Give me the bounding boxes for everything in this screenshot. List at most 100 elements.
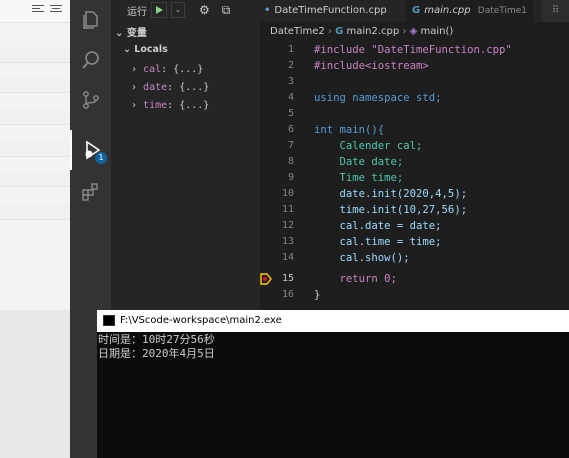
variable-value: {...} bbox=[173, 64, 204, 75]
console-output-line: 时间是：10时27分56秒 bbox=[98, 333, 215, 346]
code-line: time.init(10,27,56); bbox=[314, 204, 468, 216]
console-output-line: 日期是：2020年4月5日 bbox=[98, 347, 215, 360]
tab-detail: DateTime1 bbox=[477, 6, 528, 16]
chevron-right-icon: › bbox=[131, 82, 144, 93]
debug-badge: 1 bbox=[95, 152, 107, 164]
code-line: } bbox=[314, 289, 321, 301]
background-window bbox=[0, 0, 70, 458]
breadcrumb-folder[interactable]: DateTime2 bbox=[270, 26, 325, 37]
extensions-button[interactable] bbox=[70, 172, 111, 212]
source-control-icon bbox=[82, 91, 99, 109]
variable-item[interactable]: › date: {...} bbox=[111, 79, 280, 97]
chevron-right-icon: › bbox=[131, 64, 144, 75]
line-number: 4 bbox=[287, 92, 294, 103]
editor-tabs: • DateTimeFunction.cpp Gmain.cpp DateTime… bbox=[260, 0, 569, 22]
code-line: Calender cal; bbox=[314, 140, 423, 152]
variable-value: {...} bbox=[179, 82, 210, 93]
code-line: return 0; bbox=[314, 273, 397, 285]
code-line: #include "DateTimeFunction.cpp" bbox=[314, 44, 512, 56]
locals-scope[interactable]: ⌄ Locals bbox=[111, 41, 272, 59]
line-number: 3 bbox=[287, 76, 294, 87]
code-line: using namespace std; bbox=[314, 92, 442, 104]
gear-icon[interactable]: ⚙ bbox=[199, 3, 210, 17]
code-line: #include<iostream> bbox=[314, 60, 429, 72]
background-row bbox=[0, 205, 70, 220]
variable-value: {...} bbox=[179, 100, 210, 111]
line-number: 5 bbox=[287, 108, 294, 119]
variables-section-title: 变量 bbox=[126, 28, 147, 39]
variable-name: time bbox=[143, 100, 168, 111]
source-control-button[interactable] bbox=[70, 80, 111, 120]
line-number: 1 bbox=[287, 44, 294, 55]
cpp-file-icon: G bbox=[412, 5, 421, 16]
explorer-button[interactable] bbox=[70, 0, 111, 40]
background-row bbox=[0, 110, 70, 125]
variable-name: date bbox=[143, 82, 168, 93]
chevron-right-icon: › bbox=[402, 26, 410, 37]
debug-sidebar: 运行 ⌄ ⚙ ⧉ ⌄ 变量 ⌄ Locals › cal: {...} › da… bbox=[111, 0, 260, 310]
code-editor[interactable]: #include "DateTimeFunction.cpp" #include… bbox=[304, 42, 569, 312]
console-title: F:\VScode-workspace\main2.exe bbox=[120, 315, 282, 326]
code-line: cal.time = time; bbox=[314, 236, 442, 248]
line-number: 12 bbox=[281, 220, 294, 231]
start-debugging-button[interactable] bbox=[151, 2, 167, 18]
terminal-icon bbox=[103, 314, 115, 326]
breadcrumb-symbol[interactable]: main() bbox=[421, 26, 454, 37]
line-number: 6 bbox=[287, 124, 294, 135]
variables-section-header[interactable]: ⌄ 变量 bbox=[115, 24, 147, 39]
line-number: 8 bbox=[287, 156, 294, 167]
code-line: Date date; bbox=[314, 156, 404, 168]
code-line: cal.date = date; bbox=[314, 220, 442, 232]
code-line: cal.show(); bbox=[314, 252, 410, 264]
tab-label: DateTimeFunction.cpp bbox=[274, 5, 387, 16]
files-icon bbox=[82, 11, 98, 29]
tab-label: main.cpp bbox=[424, 5, 471, 16]
search-icon bbox=[81, 51, 99, 69]
variable-item[interactable]: › time: {...} bbox=[111, 97, 280, 115]
code-line: Time time; bbox=[314, 172, 404, 184]
background-row bbox=[0, 78, 70, 93]
debug-console-icon[interactable]: ⧉ bbox=[222, 3, 231, 18]
background-row bbox=[0, 48, 70, 63]
variable-item[interactable]: › cal: {...} bbox=[111, 61, 280, 79]
debug-toolbar: 运行 ⌄ ⚙ ⧉ bbox=[111, 0, 260, 20]
cpp-file-icon: • bbox=[264, 5, 271, 16]
cpp-file-icon: G bbox=[335, 26, 344, 37]
line-number: 9 bbox=[287, 172, 294, 183]
line-number: 16 bbox=[281, 289, 294, 300]
locals-label: Locals bbox=[134, 44, 168, 55]
debug-current-line-icon[interactable] bbox=[260, 273, 272, 285]
code-line: date.init(2020,4,5); bbox=[314, 188, 468, 200]
run-label: 运行 bbox=[127, 6, 147, 18]
line-number: 7 bbox=[287, 140, 294, 151]
line-number: 13 bbox=[281, 236, 294, 247]
background-toolbar bbox=[0, 0, 70, 23]
line-number: 11 bbox=[281, 204, 294, 215]
background-lower bbox=[0, 310, 70, 458]
extensions-icon bbox=[81, 183, 98, 201]
run-debug-button[interactable]: 1 bbox=[70, 130, 111, 170]
cube-icon: ◈ bbox=[409, 26, 418, 37]
breadcrumb-file[interactable]: main2.cpp bbox=[347, 26, 400, 37]
variable-name: cal bbox=[143, 64, 162, 75]
tab-overflow[interactable]: ⠿ bbox=[542, 0, 569, 22]
align-center-icon bbox=[50, 3, 62, 13]
chevron-down-icon: ⌄ bbox=[115, 28, 124, 39]
background-row bbox=[0, 172, 70, 187]
line-number: 14 bbox=[281, 252, 294, 263]
drag-handle-icon: ⠿ bbox=[551, 5, 560, 16]
line-number-gutter: 1 2 3 4 5 6 7 8 9 10 11 12 13 14 15 16 bbox=[260, 42, 304, 312]
chevron-right-icon: › bbox=[131, 100, 144, 111]
tab-main-cpp[interactable]: Gmain.cpp DateTime1 bbox=[406, 0, 534, 22]
console-title-bar[interactable]: F:\VScode-workspace\main2.exe bbox=[97, 310, 569, 332]
background-row bbox=[0, 142, 70, 157]
tab-datetimefunction[interactable]: • DateTimeFunction.cpp bbox=[260, 0, 400, 22]
launch-config-dropdown[interactable]: ⌄ bbox=[171, 2, 185, 18]
search-button[interactable] bbox=[70, 40, 111, 80]
align-left-icon bbox=[32, 3, 44, 13]
code-line: int main(){ bbox=[314, 124, 385, 136]
chevron-down-icon: ⌄ bbox=[123, 44, 135, 55]
line-number: 2 bbox=[287, 60, 294, 71]
breadcrumb: DateTime2 › G main2.cpp › ◈ main() bbox=[260, 22, 569, 42]
line-number: 10 bbox=[281, 188, 294, 199]
